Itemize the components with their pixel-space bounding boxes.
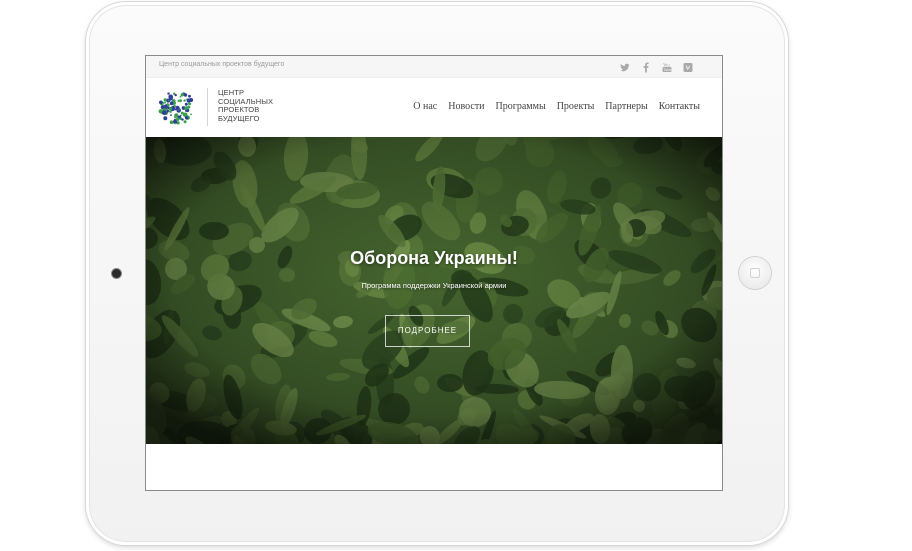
hero-banner: Оборона Украины! Программа поддержки Укр… <box>146 137 722 444</box>
twitter-icon[interactable] <box>620 60 630 72</box>
social-links: You Tube <box>620 60 693 73</box>
svg-text:You: You <box>662 63 670 68</box>
logo-text[interactable]: ЦЕНТР СОЦИАЛЬНЫХ ПРОЕКТОВ БУДУЩЕГО <box>218 88 273 123</box>
top-bar: Центр социальных проектов будущего You Tu… <box>146 56 722 78</box>
more-button[interactable]: ПОДРОБНЕЕ <box>385 315 470 347</box>
tablet-camera <box>112 269 121 278</box>
nav-item-programs[interactable]: Программы <box>496 101 546 112</box>
facebook-icon[interactable] <box>641 60 651 73</box>
tablet-home-button[interactable] <box>739 257 771 289</box>
vimeo-icon[interactable] <box>683 60 693 72</box>
tablet-screen: Центр социальных проектов будущего You Tu… <box>145 55 723 491</box>
nav-item-news[interactable]: Новости <box>448 101 484 112</box>
nav-item-contacts[interactable]: Контакты <box>659 101 700 112</box>
logo-divider <box>207 88 208 126</box>
site-tagline: Центр социальных проектов будущего <box>159 61 285 68</box>
nav-item-about[interactable]: О нас <box>413 101 437 112</box>
youtube-icon[interactable]: You Tube <box>662 60 672 72</box>
hero-subtitle: Программа поддержки Украинской армии <box>361 281 507 290</box>
camouflage-background <box>146 137 722 444</box>
site-header: ЦЕНТР СОЦИАЛЬНЫХ ПРОЕКТОВ БУДУЩЕГО О нас… <box>146 78 722 138</box>
main-nav: О нас Новости Программы Проекты Партнеры… <box>413 101 700 112</box>
svg-text:Tube: Tube <box>662 68 672 72</box>
nav-item-projects[interactable]: Проекты <box>557 101 595 112</box>
logo-line: БУДУЩЕГО <box>218 113 260 123</box>
hero-title: Оборона Украины! <box>350 248 518 268</box>
logo-globe-icon[interactable] <box>158 88 196 126</box>
nav-item-partners[interactable]: Партнеры <box>605 101 647 112</box>
